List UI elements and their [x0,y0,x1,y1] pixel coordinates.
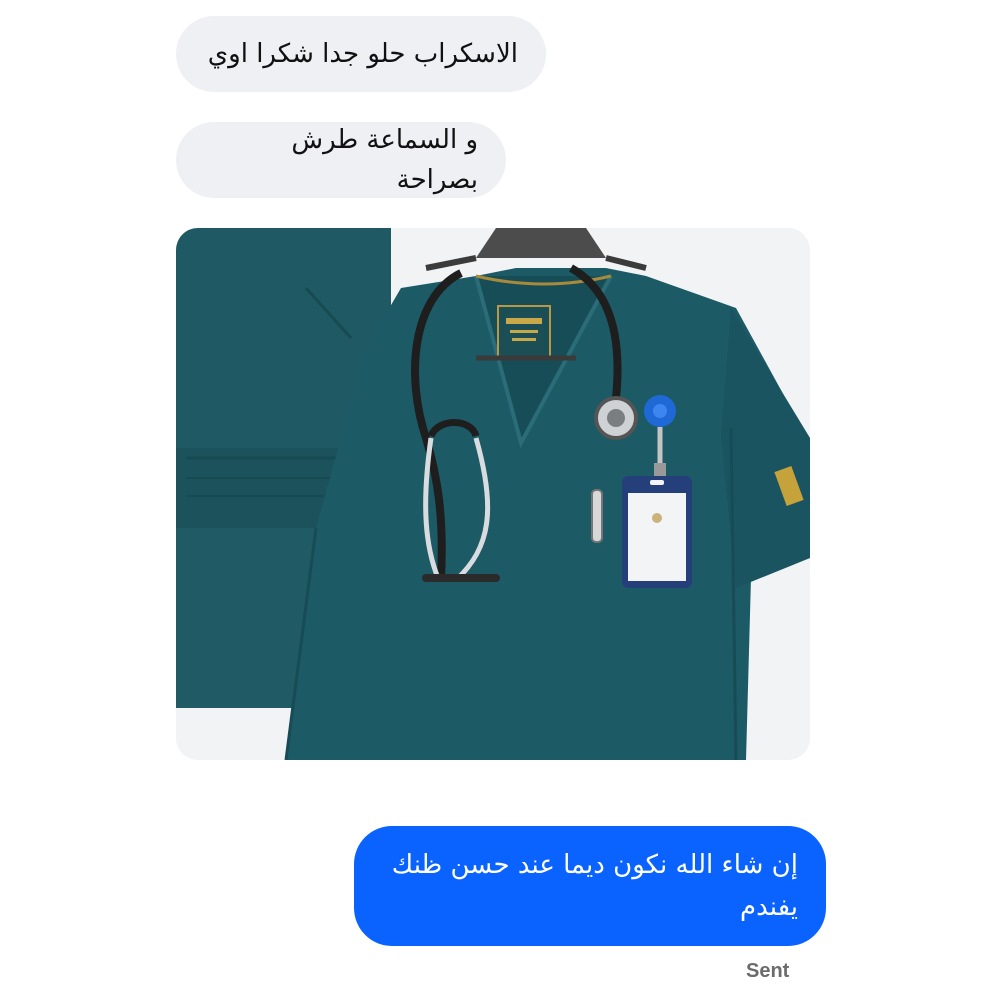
chat-thread: الاسكراب حلو جدا شكرا اوي و السماعة طرش … [0,0,1000,1000]
message-text: و السماعة طرش بصراحة [291,125,478,195]
incoming-message-bubble[interactable]: الاسكراب حلو جدا شكرا اوي [176,16,546,92]
scrubs-photo-illustration [176,228,810,760]
message-status-label: Sent [746,960,790,982]
message-text: الاسكراب حلو جدا شكرا اوي [207,39,518,69]
message-text: إن شاء الله نكون ديما عند حسن ظنك يفندم [391,850,798,922]
incoming-message-bubble[interactable]: و السماعة طرش بصراحة [176,122,506,198]
outgoing-message-bubble[interactable]: إن شاء الله نكون ديما عند حسن ظنك يفندم [354,826,826,946]
shared-photo-scrubs-stethoscope[interactable] [176,228,810,760]
